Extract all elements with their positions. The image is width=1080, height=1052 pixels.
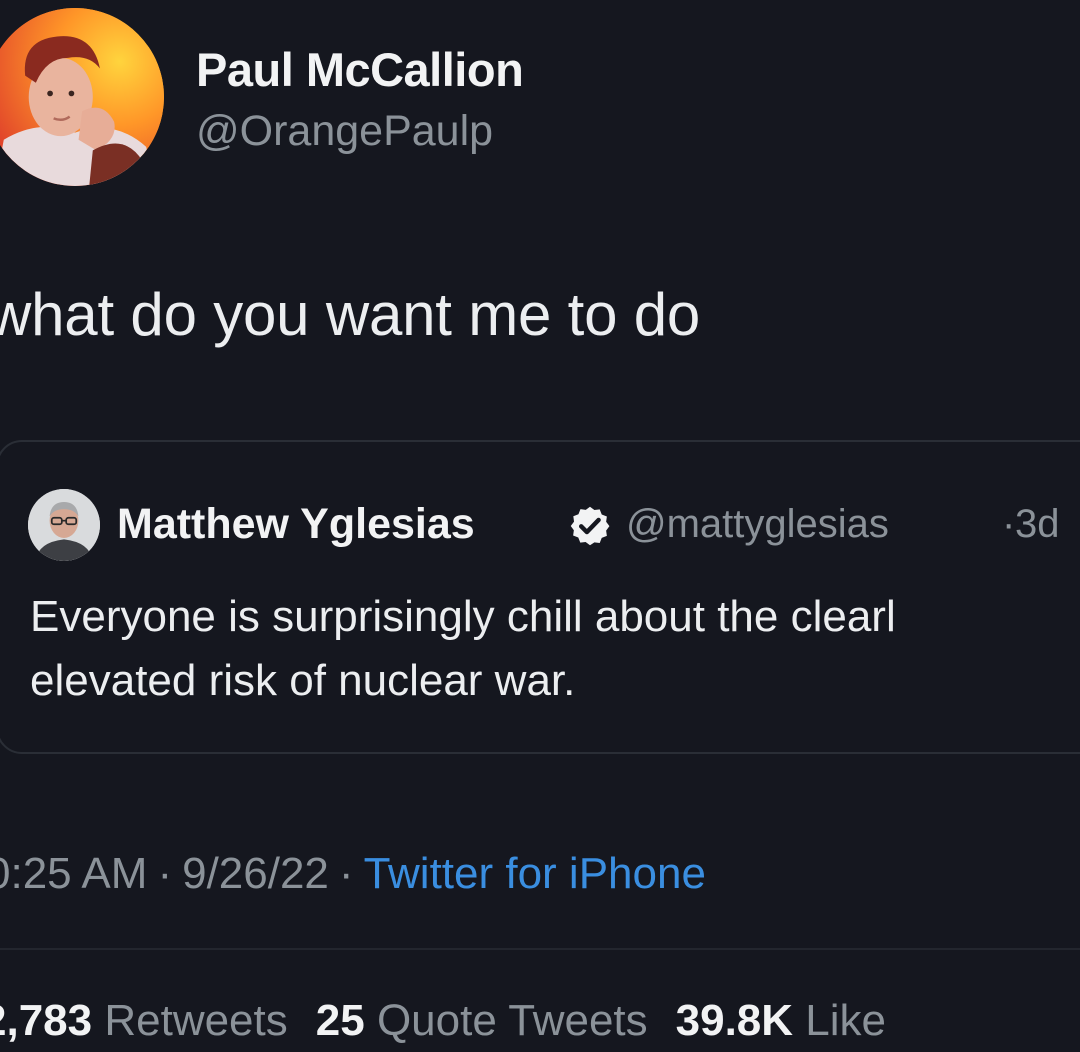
tweet-meta: 0:25 AM · 9/26/22 · Twitter for iPhone	[0, 849, 706, 899]
quoted-author-photo-icon	[28, 489, 100, 561]
author-display-name[interactable]: Paul McCallion	[196, 42, 524, 97]
tweet-time[interactable]: 0:25 AM	[0, 849, 147, 898]
retweets-count: 2,783	[0, 996, 93, 1045]
tweet-stats: 2,783 Retweets 25 Quote Tweets 39.8K Like	[0, 996, 914, 1046]
quoted-tweet-text: Everyone is surprisingly chill about the…	[30, 585, 1080, 713]
retweets-stat[interactable]: 2,783 Retweets	[0, 996, 288, 1045]
likes-stat[interactable]: 39.8K Like	[676, 996, 886, 1045]
quoted-author-handle[interactable]: @mattyglesias	[626, 502, 889, 547]
likes-count: 39.8K	[675, 996, 794, 1045]
tweet-date[interactable]: 9/26/22	[182, 849, 329, 898]
meta-separator: ·	[338, 849, 354, 898]
tweet-source-link[interactable]: Twitter for iPhone	[364, 849, 706, 898]
quote-tweets-label: Quote Tweets	[376, 996, 648, 1045]
tweet-text: what do you want me to do	[0, 281, 701, 348]
quote-tweets-count: 25	[315, 996, 365, 1045]
likes-label: Like	[805, 996, 887, 1045]
author-photo-icon	[0, 8, 164, 186]
author-handle[interactable]: @OrangePaulp	[196, 107, 493, 156]
quoted-author-display-name[interactable]: Matthew Yglesias	[117, 500, 475, 549]
tweet-detail: Paul McCallion @OrangePaulp what do you …	[0, 0, 1080, 1052]
quoted-text-line: Everyone is surprisingly chill about the…	[30, 592, 896, 641]
quoted-text-line: elevated risk of nuclear war.	[30, 656, 576, 705]
quoted-tweet-age[interactable]: 3d	[1015, 502, 1060, 547]
meta-separator: ·	[157, 849, 173, 898]
author-avatar[interactable]	[0, 8, 164, 186]
retweets-label: Retweets	[104, 996, 288, 1045]
quoted-author-avatar[interactable]	[28, 489, 100, 561]
quoted-meta-separator: ·	[1002, 502, 1016, 546]
verified-badge-icon	[570, 506, 610, 546]
divider	[0, 948, 1080, 950]
quote-tweets-stat[interactable]: 25 Quote Tweets	[316, 996, 648, 1045]
